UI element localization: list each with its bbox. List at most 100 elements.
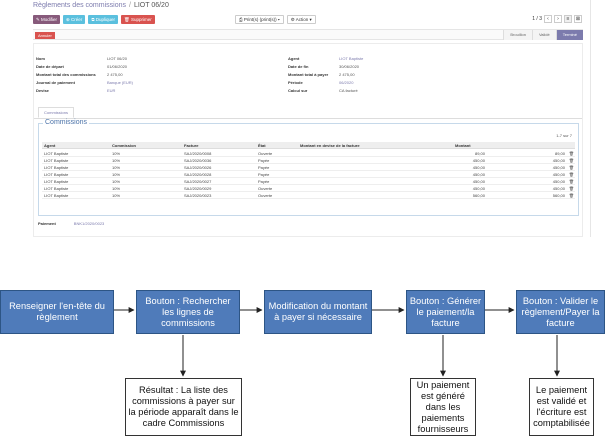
cell-state: Payée (258, 165, 270, 170)
cell-commission: 10% (112, 186, 121, 191)
delete-row-icon[interactable]: 🗑 (569, 157, 574, 164)
cell-invoice: SAJ/2020/0027 (184, 179, 212, 184)
create-button[interactable]: ⊕ Créer (63, 15, 86, 24)
flow-result-posted: Le paiement est validé et l'écriture est… (529, 378, 594, 436)
table-row[interactable]: LIOT Baptiste 10% SAJ/2020/0026 Payée 450,00… (42, 164, 575, 171)
field-name-value: LIOT 06/20 (107, 56, 127, 61)
print-dropdown[interactable]: ⎙ Print(s) (print(s)) ▾ (235, 15, 284, 24)
cell-amount-currency: 450,00 (472, 165, 485, 170)
table-row[interactable]: LIOT Baptiste 10% SAJ/2020/0029 Ouverte 450,… (42, 185, 575, 192)
cell-amount: 89,00 (554, 151, 565, 156)
stage-done[interactable]: Terminé (555, 30, 583, 40)
field-start-date-label: Date de départ (36, 64, 64, 69)
delete-row-icon[interactable]: 🗑 (569, 178, 574, 185)
cell-state: Ouverte (258, 193, 273, 198)
field-compute-on-label: Calcul sur (288, 88, 308, 93)
field-currency-link[interactable]: EUR (107, 88, 115, 93)
cell-amount-currency: 450,00 (472, 172, 485, 177)
column-header-state[interactable]: État (258, 142, 266, 149)
delete-row-icon[interactable]: 🗑 (569, 185, 574, 192)
cell-amount-currency: 560,00 (472, 193, 485, 198)
field-currency-label: Devise (36, 88, 49, 93)
field-compute-on-value: CA facturé (339, 88, 358, 93)
table-row[interactable]: LIOT Baptiste 10% SAJ/2020/0023 Ouverte 560,… (42, 192, 575, 199)
cell-agent: LIOT Baptiste (44, 186, 69, 191)
pager-next-button[interactable]: › (554, 15, 562, 23)
payment-link[interactable]: BNK1/2020/0023 (74, 221, 104, 226)
breadcrumb-parent-link[interactable]: Règlements des commissions (33, 2, 126, 9)
edit-button[interactable]: ✎ Modifier (33, 15, 61, 24)
flow-step-header: Renseigner l'en-tête du règlement (0, 290, 114, 334)
field-agent-link[interactable]: LIOT Baptiste (339, 56, 363, 61)
field-end-date-label: Date de fin (288, 64, 309, 69)
cell-state: Payée (258, 179, 270, 184)
field-agent-label: Agent (288, 56, 300, 61)
flow-result-payment: Un paiement est généré dans les paiement… (410, 378, 476, 436)
cell-amount-currency: 89,00 (474, 151, 485, 156)
delete-button[interactable]: 🗑 Supprimer (121, 15, 155, 24)
commissions-group: Commissions 1-7 sur 7 Agent Commission F… (38, 119, 579, 216)
cancel-button[interactable]: Annuler (35, 32, 55, 39)
delete-row-icon[interactable]: 🗑 (569, 150, 574, 157)
odoo-screenshot: Règlements des commissions / LIOT 06/20 ✎ … (0, 0, 591, 237)
pager-value[interactable]: 1 / 3 (532, 16, 542, 22)
pager: 1 / 3 ‹ › ≡ ⊠ (532, 15, 582, 23)
cell-agent: LIOT Baptiste (44, 193, 69, 198)
column-header-invoice[interactable]: Facture (184, 142, 198, 149)
payment-label: Paiement (38, 221, 56, 226)
commissions-group-title: Commissions (43, 119, 90, 126)
cell-invoice: SAJ/2020/0023 (184, 193, 212, 198)
cell-state: Ouverte (258, 151, 273, 156)
cell-invoice: SAJ/2020/0036 (184, 158, 212, 163)
table-row[interactable]: LIOT Baptiste 10% SAJ/2020/0008 Ouverte 89,0… (42, 150, 575, 157)
pager-previous-button[interactable]: ‹ (544, 15, 552, 23)
field-period-link[interactable]: 06/2020 (339, 80, 353, 85)
stage-validated[interactable]: Validé (531, 30, 556, 40)
cell-invoice: SAJ/2020/0028 (184, 172, 212, 177)
cell-amount: 450,00 (552, 179, 565, 184)
cell-state: Payée (258, 172, 270, 177)
cell-commission: 10% (112, 158, 121, 163)
action-dropdown[interactable]: ⚙ Action ▾ (286, 15, 316, 24)
cell-amount-currency: 450,00 (472, 186, 485, 191)
field-name-label: Nom (36, 56, 45, 61)
cell-amount: 450,00 (552, 172, 565, 177)
column-header-commission[interactable]: Commission (112, 142, 136, 149)
cell-invoice: SAJ/2020/0029 (184, 186, 212, 191)
field-amount-to-pay-label: Montant total à payer (288, 72, 329, 77)
column-header-amount[interactable]: Montant (455, 142, 471, 149)
flow-step-validate: Bouton : Valider le règlement/Payer la f… (516, 290, 605, 334)
duplicate-button[interactable]: ⧉ Dupliquer (88, 15, 119, 24)
column-header-agent[interactable]: Agent (44, 142, 55, 149)
cell-state: Ouverte (258, 186, 273, 191)
stage-draft[interactable]: Brouillon (503, 30, 532, 40)
cell-agent: LIOT Baptiste (44, 179, 69, 184)
tab-divider (34, 118, 582, 119)
cell-commission: 10% (112, 172, 121, 177)
delete-row-icon[interactable]: 🗑 (569, 164, 574, 171)
field-journal-label: Journal de paiement (36, 80, 75, 85)
field-amount-to-pay-value: 2 475,00 (339, 72, 355, 77)
cell-agent: LIOT Baptiste (44, 165, 69, 170)
cell-state: Payée (258, 158, 270, 163)
table-row[interactable]: LIOT Baptiste 10% SAJ/2020/0036 Payée 450,00… (42, 157, 575, 164)
delete-row-icon[interactable]: 🗑 (569, 171, 574, 178)
cell-commission: 10% (112, 165, 121, 170)
cell-amount-currency: 450,00 (472, 158, 485, 163)
delete-row-icon[interactable]: 🗑 (569, 192, 574, 199)
cell-amount-currency: 450,00 (472, 179, 485, 184)
breadcrumb-current: LIOT 06/20 (133, 2, 169, 9)
tab-commissions[interactable]: Commissions (38, 107, 75, 118)
column-header-amount-currency[interactable]: Montant en devise de la facture (300, 142, 360, 149)
form-view-icon[interactable]: ⊠ (574, 15, 582, 23)
action-buttons: ✎ Modifier ⊕ Créer ⧉ Dupliquer 🗑 Supprim… (33, 15, 155, 24)
table-row[interactable]: LIOT Baptiste 10% SAJ/2020/0028 Payée 450,00… (42, 171, 575, 178)
field-journal-link[interactable]: Banque (EUR) (107, 80, 133, 85)
print-action-buttons: ⎙ Print(s) (print(s)) ▾ ⚙ Action ▾ (235, 15, 316, 24)
list-view-icon[interactable]: ≡ (564, 15, 572, 23)
field-total-commission-value: 2 475,00 (107, 72, 123, 77)
cell-amount: 450,00 (552, 158, 565, 163)
flow-step-search: Bouton : Rechercher les lignes de commis… (136, 290, 240, 334)
breadcrumb-separator: / (128, 2, 131, 9)
table-row[interactable]: LIOT Baptiste 10% SAJ/2020/0027 Payée 450,00… (42, 178, 575, 185)
